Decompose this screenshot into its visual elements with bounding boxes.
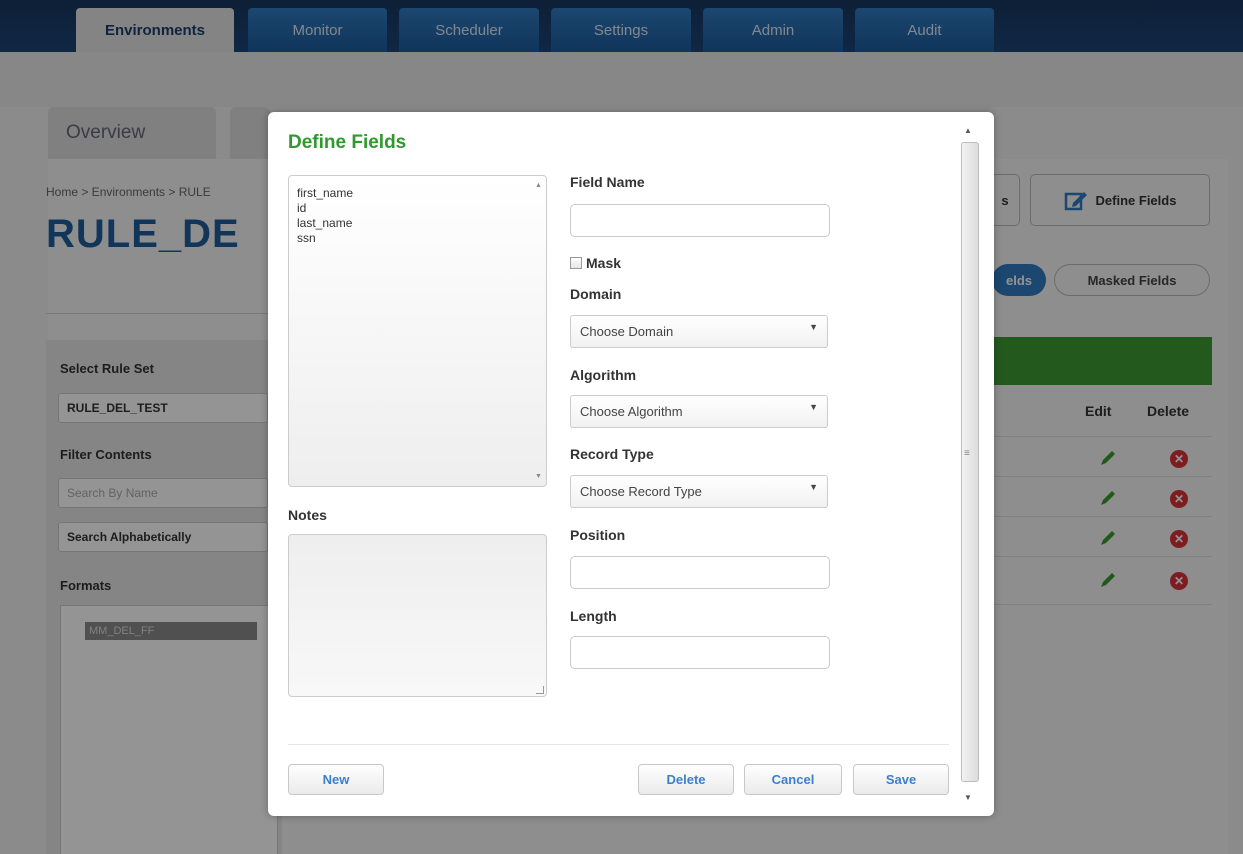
record-type-select[interactable]: Choose Record Type ▼ — [570, 475, 828, 508]
position-label: Position — [570, 527, 626, 543]
position-input[interactable] — [570, 556, 830, 589]
length-input[interactable] — [570, 636, 830, 669]
footer-divider — [288, 744, 949, 745]
domain-select[interactable]: Choose Domain ▼ — [570, 315, 828, 348]
save-button[interactable]: Save — [853, 764, 949, 795]
scroll-up-icon[interactable]: ▲ — [964, 126, 972, 135]
field-list-item[interactable]: last_name — [297, 216, 353, 231]
algorithm-select-value: Choose Algorithm — [580, 404, 683, 419]
chevron-down-icon: ▼ — [809, 402, 818, 412]
field-name-label: Field Name — [570, 174, 645, 190]
record-type-select-value: Choose Record Type — [580, 484, 702, 499]
resize-grip-icon[interactable] — [536, 686, 544, 694]
field-list[interactable]: first_name id last_name ssn ▲ ▼ — [288, 175, 547, 487]
field-list-item[interactable]: id — [297, 201, 353, 216]
delete-button[interactable]: Delete — [638, 764, 734, 795]
field-list-item[interactable]: ssn — [297, 231, 353, 246]
field-name-input[interactable] — [570, 204, 830, 237]
algorithm-label: Algorithm — [570, 367, 637, 383]
mask-label: Mask — [586, 255, 622, 271]
field-list-item[interactable]: first_name — [297, 186, 353, 201]
length-label: Length — [570, 608, 617, 624]
scroll-down-icon[interactable]: ▼ — [535, 473, 542, 480]
domain-label: Domain — [570, 286, 622, 302]
mask-checkbox[interactable] — [570, 257, 582, 269]
scroll-grip-icon: ≡ — [964, 448, 970, 459]
chevron-down-icon: ▼ — [809, 322, 818, 332]
define-fields-dialog: Define Fields first_name id last_name ss… — [268, 112, 994, 816]
cancel-button[interactable]: Cancel — [744, 764, 842, 795]
scroll-down-icon[interactable]: ▼ — [964, 793, 972, 802]
mask-checkbox-row[interactable]: Mask — [570, 255, 621, 271]
notes-textarea[interactable] — [288, 534, 547, 697]
dialog-title: Define Fields — [288, 132, 407, 153]
domain-select-value: Choose Domain — [580, 324, 674, 339]
field-list-scrollbar[interactable]: ▲ ▼ — [532, 176, 546, 486]
scroll-up-icon[interactable]: ▲ — [535, 182, 542, 189]
scrollbar-thumb[interactable] — [961, 142, 979, 782]
algorithm-select[interactable]: Choose Algorithm ▼ — [570, 395, 828, 428]
new-button[interactable]: New — [288, 764, 384, 795]
chevron-down-icon: ▼ — [809, 482, 818, 492]
record-type-label: Record Type — [570, 446, 654, 462]
notes-label: Notes — [288, 507, 327, 523]
dialog-scrollbar[interactable]: ▲ ≡ ▼ — [959, 122, 981, 806]
